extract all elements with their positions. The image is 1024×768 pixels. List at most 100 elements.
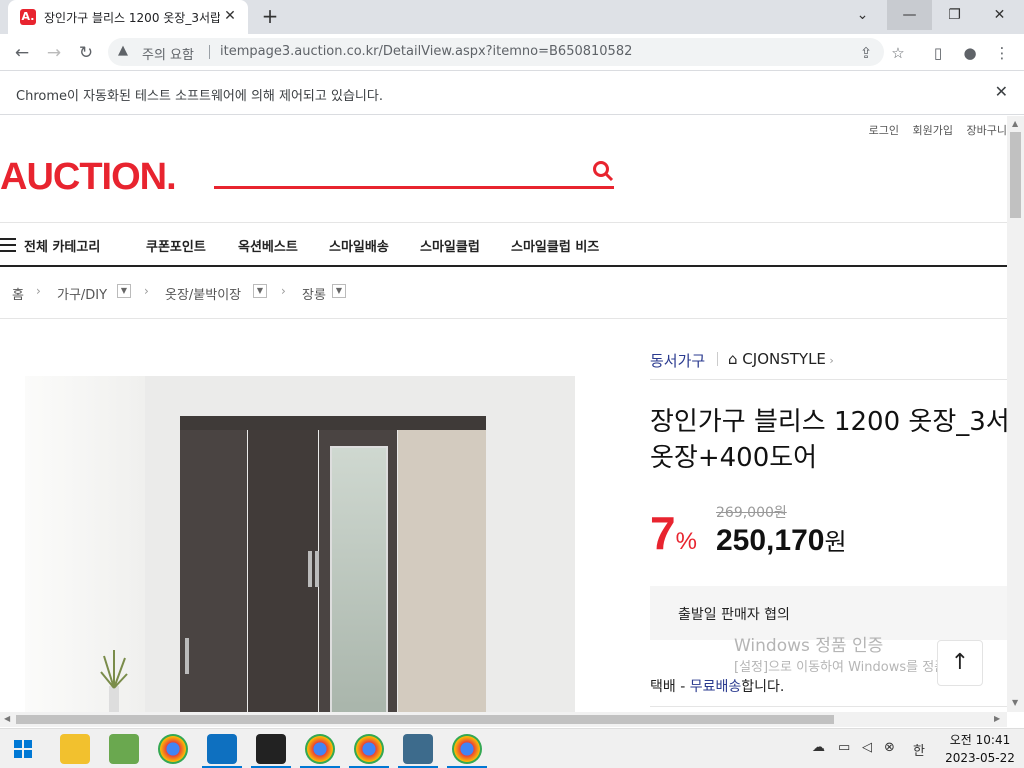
scroll-down-icon[interactable]: ▼: [1012, 698, 1018, 707]
price-value: 250,170: [716, 524, 825, 557]
gnb-coupon-point[interactable]: 쿠폰포인트: [146, 236, 206, 255]
forward-arrow-icon[interactable]: →: [40, 39, 68, 67]
automation-infobar: Chrome이 자동화된 테스트 소프트웨어에 의해 제어되고 있습니다. ✕: [0, 71, 1024, 115]
gnb-smile-delivery[interactable]: 스마일배송: [329, 236, 389, 255]
address-bar[interactable]: ▲ 주의 요함 itempage3.auction.co.kr/DetailVi…: [108, 38, 884, 66]
notification-off-icon[interactable]: ⊗: [884, 740, 895, 755]
browser-toolbar: ← → ↻ ▲ 주의 요함 itempage3.auction.co.kr/De…: [0, 34, 1024, 71]
scroll-right-icon[interactable]: ▶: [994, 714, 1000, 723]
chevron-right-icon: ›: [825, 354, 834, 367]
store-link[interactable]: ⌂ CJONSTYLE ›: [728, 350, 834, 368]
gnb-auction-best[interactable]: 옥션베스트: [238, 236, 298, 255]
network-icon[interactable]: ▭: [838, 740, 850, 755]
product-title-line-1: 장인가구 블리스 1200 옷장_3서랍: [650, 407, 1007, 437]
breadcrumb-home[interactable]: 홈: [12, 284, 24, 303]
breadcrumb-level-1[interactable]: 가구/DIY: [57, 284, 107, 303]
chrome-icon[interactable]: [354, 734, 384, 764]
global-nav: 전체 카테고리 쿠폰포인트 옥션베스트 스마일배송 스마일클럽 스마일클럽 비즈: [0, 223, 1007, 267]
ship-date-text: 출발일 판매자 협의: [678, 607, 790, 623]
new-tab-button[interactable]: +: [258, 5, 282, 29]
delivery-prefix: 택배 -: [650, 679, 690, 695]
discount-rate: 7%: [650, 506, 697, 560]
delivery-divider: [650, 706, 1007, 707]
chrome-icon[interactable]: [158, 734, 188, 764]
search-input[interactable]: [214, 186, 614, 189]
seller-name[interactable]: 동서가구: [650, 350, 705, 371]
chevron-down-icon[interactable]: ▼: [332, 284, 346, 298]
windows-taskbar: ☁ ▭ ◁ ⊗ 한 오전 10:41 2023-05-22: [0, 728, 1024, 768]
terminal-app-icon[interactable]: [256, 734, 286, 764]
product-title-line-2: 옷장+400도어: [650, 443, 818, 473]
all-category-button[interactable]: 전체 카테고리: [24, 236, 100, 255]
close-tab-icon[interactable]: ✕: [220, 6, 240, 26]
reload-icon[interactable]: ↻: [72, 39, 100, 67]
scroll-left-icon[interactable]: ◀: [4, 714, 10, 723]
product-title: 장인가구 블리스 1200 옷장_3서랍 옷장+400도어: [650, 404, 1007, 476]
breadcrumb-level-3[interactable]: 장롱: [302, 284, 326, 303]
store-name: CJONSTYLE: [742, 350, 826, 368]
paint-app-icon[interactable]: [109, 734, 139, 764]
original-price: 269,000원: [716, 505, 787, 521]
seller-divider: [717, 352, 718, 366]
python-app-icon[interactable]: [403, 734, 433, 764]
gnb-smile-club[interactable]: 스마일클럽: [420, 236, 480, 255]
auction-logo[interactable]: AUCTION.: [0, 156, 177, 199]
chevron-right-icon: ›: [281, 284, 286, 298]
login-link[interactable]: 로그인: [869, 124, 899, 137]
windows-start-icon[interactable]: [14, 740, 32, 758]
profile-avatar-icon[interactable]: ●: [956, 39, 984, 67]
system-clock[interactable]: 오전 10:41 2023-05-22: [940, 731, 1020, 767]
chevron-right-icon: ›: [36, 284, 41, 298]
warning-icon[interactable]: ▲: [118, 43, 128, 58]
delivery-suffix: 합니다.: [741, 679, 785, 695]
page-viewport: 로그인 회원가입 장바구니 AUCTION. 전체 카테고리 쿠폰포인트 옥션베…: [0, 116, 1007, 712]
share-icon[interactable]: ⇪: [852, 39, 880, 67]
cart-link[interactable]: 장바구니: [967, 124, 1007, 137]
ime-indicator[interactable]: 한: [913, 740, 925, 759]
bookmark-star-icon[interactable]: ☆: [884, 39, 912, 67]
windows-activation-sub: [설정]으로 이동하여 Windows를 정품: [734, 660, 947, 675]
product-image[interactable]: [25, 376, 575, 712]
horizontal-scroll-thumb[interactable]: [16, 715, 834, 724]
close-window-button[interactable]: ✕: [977, 0, 1022, 30]
chrome-icon[interactable]: [452, 734, 482, 764]
plant-decoration: [100, 650, 128, 712]
file-explorer-icon[interactable]: [60, 734, 90, 764]
infobar-message: Chrome이 자동화된 테스트 소프트웨어에 의해 제어되고 있습니다.: [16, 89, 383, 104]
onedrive-icon[interactable]: ☁: [812, 740, 825, 755]
info-divider: [650, 379, 1007, 380]
url-text[interactable]: itempage3.auction.co.kr/DetailView.aspx?…: [220, 44, 632, 59]
tab-search-icon[interactable]: ⌄: [840, 0, 885, 30]
gnb-smile-club-biz[interactable]: 스마일클럽 비즈: [511, 236, 599, 255]
signup-link[interactable]: 회원가입: [913, 124, 953, 137]
horizontal-scrollbar[interactable]: ◀ ▶: [0, 712, 1007, 727]
breadcrumb: 홈 › 가구/DIY ▼ › 옷장/붙박이장 ▼ › 장롱 ▼: [0, 269, 1007, 319]
menu-kebab-icon[interactable]: ⋮: [988, 39, 1016, 67]
scroll-to-top-button[interactable]: ↑: [937, 640, 983, 686]
side-panel-icon[interactable]: ▯: [924, 39, 952, 67]
vscode-icon[interactable]: [207, 734, 237, 764]
home-icon: ⌂: [728, 350, 743, 368]
back-arrow-icon[interactable]: ←: [8, 39, 36, 67]
sale-price: 250,170원: [716, 522, 847, 558]
clock-date: 2023-05-22: [945, 751, 1015, 765]
minimize-button[interactable]: —: [887, 0, 932, 30]
breadcrumb-level-2[interactable]: 옷장/붙박이장: [165, 284, 241, 303]
chrome-icon[interactable]: [305, 734, 335, 764]
chevron-down-icon[interactable]: ▼: [117, 284, 131, 298]
auction-favicon-icon: A.: [20, 9, 36, 25]
browser-tab[interactable]: A. 장인가구 블리스 1200 옷장_3서랍옷장+400도어 ✕: [8, 0, 248, 34]
delivery-info: 택배 - 무료배송합니다.: [650, 676, 784, 696]
vertical-scroll-thumb[interactable]: [1010, 132, 1021, 218]
scroll-up-icon[interactable]: ▲: [1012, 119, 1018, 128]
security-label[interactable]: 주의 요함: [142, 44, 194, 63]
chevron-down-icon[interactable]: ▼: [253, 284, 267, 298]
volume-muted-icon[interactable]: ◁: [862, 740, 872, 755]
windows-activation-title: Windows 정품 인증: [734, 636, 884, 656]
search-icon[interactable]: [592, 160, 614, 182]
free-shipping-link[interactable]: 무료배송: [690, 679, 742, 695]
hamburger-icon[interactable]: [0, 238, 16, 252]
vertical-scrollbar[interactable]: ▲ ▼: [1007, 116, 1024, 712]
infobar-close-icon[interactable]: ✕: [995, 82, 1008, 101]
restore-button[interactable]: ❐: [932, 0, 977, 30]
